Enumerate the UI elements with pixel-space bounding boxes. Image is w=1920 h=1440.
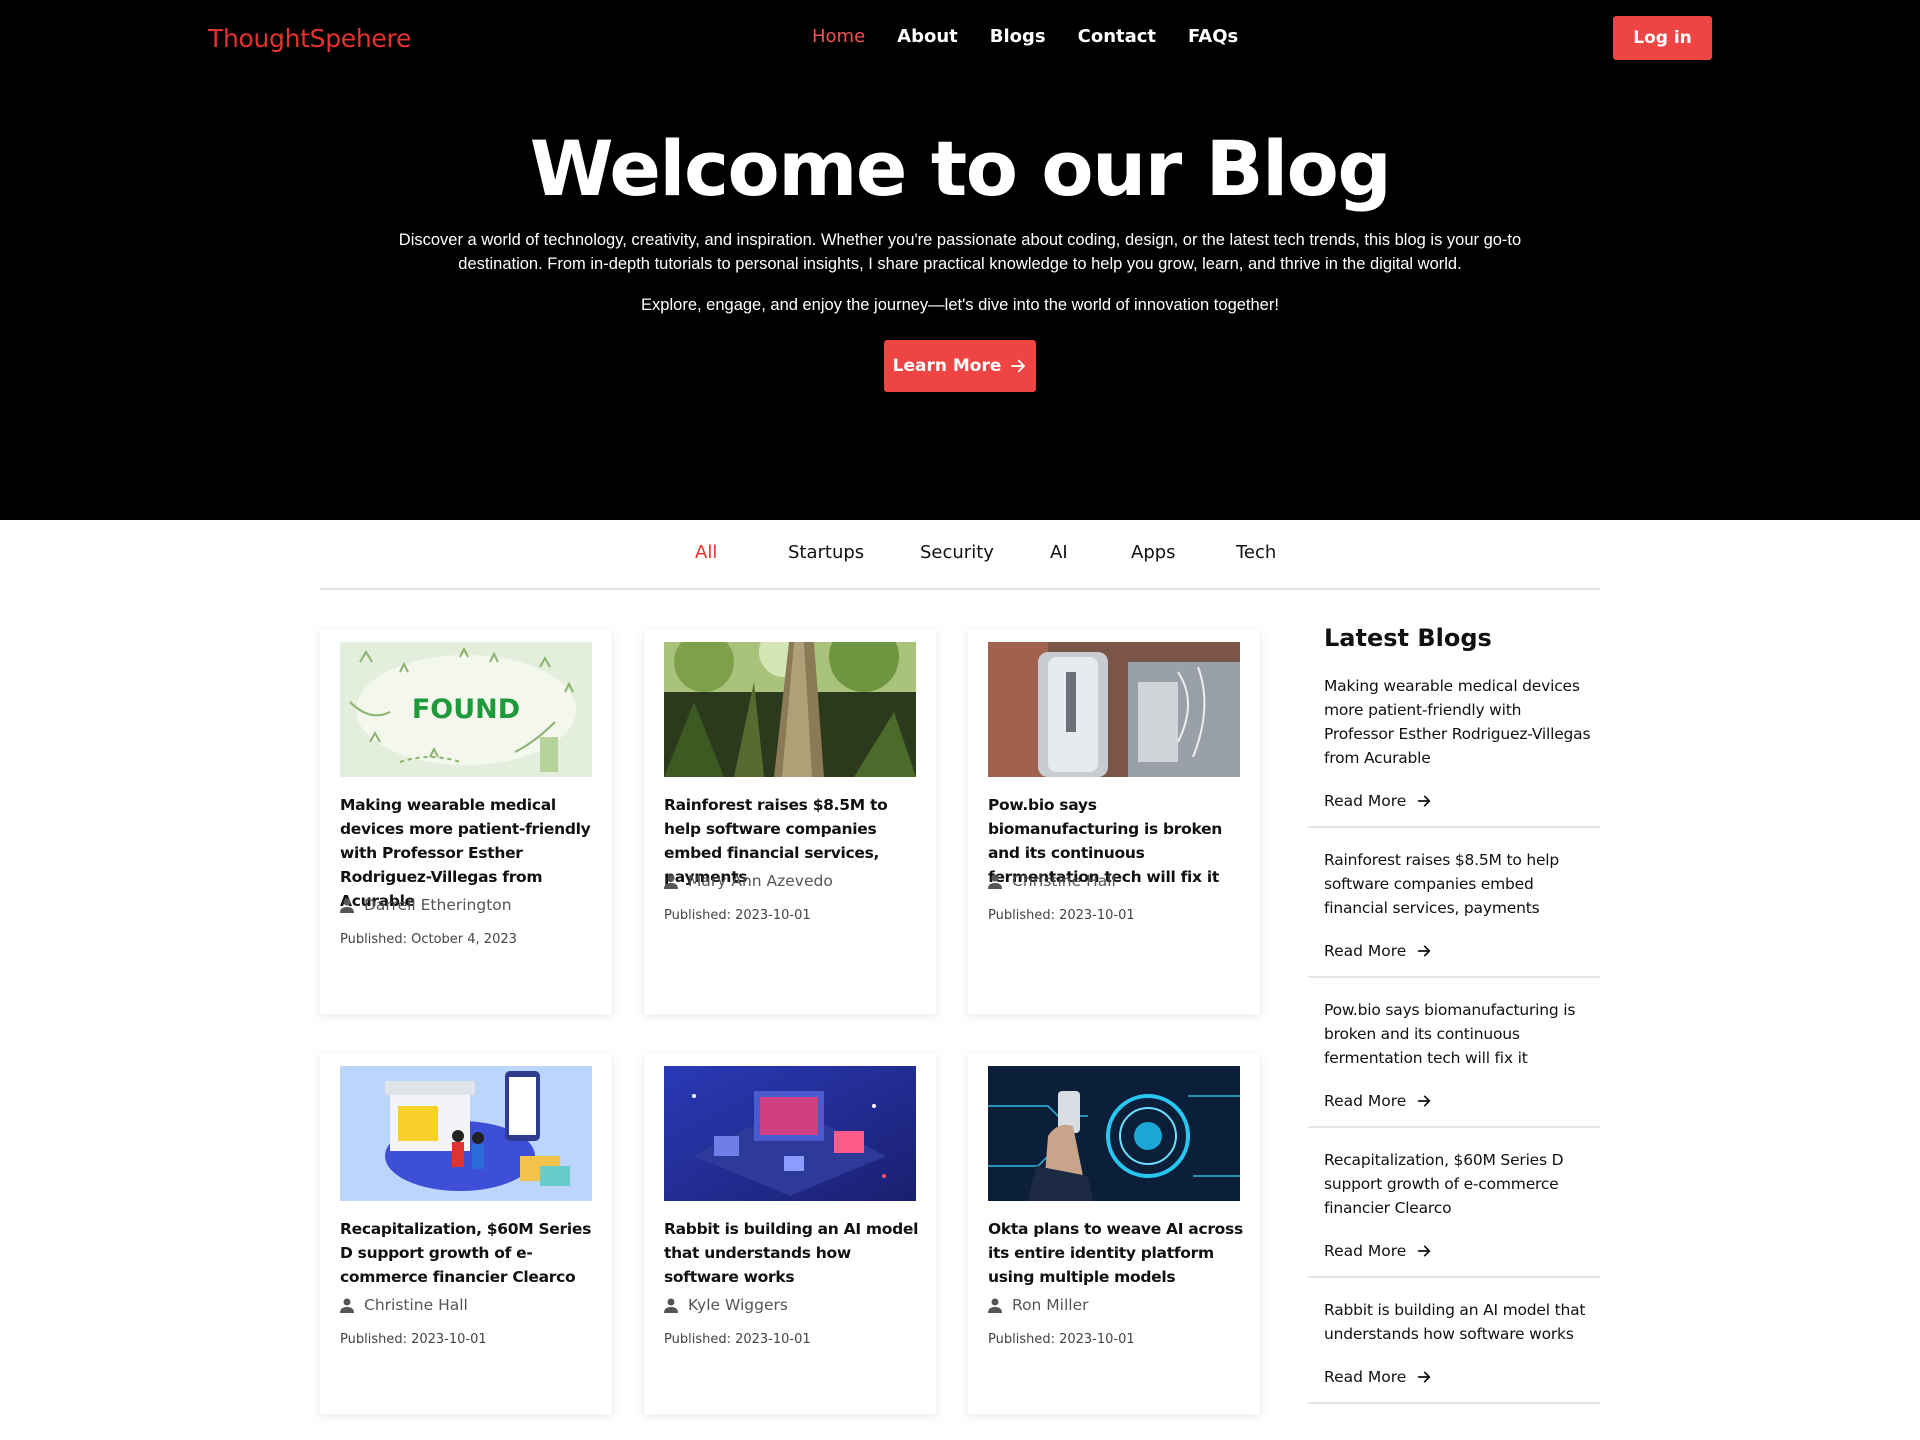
hero-description: Discover a world of technology, creativi… (398, 231, 1522, 273)
tab-ai[interactable]: AI (1050, 542, 1068, 563)
read-more-label: Read More (1324, 1242, 1407, 1260)
read-more-link[interactable]: Read More (1324, 1368, 1432, 1386)
card-author-name: Darrell Etherington (364, 896, 512, 914)
login-button[interactable]: Log in (1613, 16, 1712, 60)
sidebar-post-title[interactable]: Making wearable medical devices more pat… (1324, 674, 1592, 770)
sidebar-post: Making wearable medical devices more pat… (1308, 674, 1600, 828)
card-author-name: Mary Ann Azevedo (688, 872, 833, 890)
tab-startups[interactable]: Startups (788, 542, 864, 563)
card-published: Published: October 4, 2023 (340, 932, 517, 947)
card-image (664, 642, 916, 777)
card-image (664, 1066, 916, 1201)
card-title[interactable]: Making wearable medical devices more pat… (340, 793, 596, 913)
card-published: Published: 2023-10-01 (664, 908, 811, 923)
sidebar-post-title[interactable]: Pow.bio says biomanufacturing is broken … (1324, 998, 1592, 1070)
nav-home[interactable]: Home (812, 26, 865, 47)
tab-tech[interactable]: Tech (1236, 542, 1276, 563)
blog-card[interactable]: Rabbit is building an AI model that unde… (644, 1054, 936, 1414)
card-title[interactable]: Rabbit is building an AI model that unde… (664, 1217, 920, 1289)
read-more-link[interactable]: Read More (1324, 1092, 1432, 1110)
nav-contact[interactable]: Contact (1078, 26, 1156, 47)
card-image (988, 642, 1240, 777)
card-author-name: Christine Hall (1012, 872, 1116, 890)
card-author: Kyle Wiggers (664, 1296, 788, 1314)
card-published: Published: 2023-10-01 (664, 1332, 811, 1347)
learn-more-label: Learn More (892, 356, 1002, 376)
hero-title: Welcome to our Blog (529, 124, 1392, 213)
user-icon (340, 898, 354, 913)
read-more-label: Read More (1324, 792, 1407, 810)
nav-about[interactable]: About (897, 26, 958, 47)
card-published: Published: 2023-10-01 (340, 1332, 487, 1347)
card-image: FOUND (340, 642, 592, 777)
read-more-link[interactable]: Read More (1324, 942, 1432, 960)
sidebar-post-title[interactable]: Rainforest raises $8.5M to help software… (1324, 848, 1592, 920)
card-title[interactable]: Okta plans to weave AI across its entire… (988, 1217, 1244, 1289)
arrow-right-icon (1418, 1245, 1431, 1257)
arrow-right-icon (1418, 1095, 1431, 1107)
card-author: Mary Ann Azevedo (664, 872, 833, 890)
card-author: Darrell Etherington (340, 896, 512, 914)
nav-faqs[interactable]: FAQs (1188, 26, 1238, 47)
card-author: Christine Hall (988, 872, 1116, 890)
blog-card[interactable]: Pow.bio says biomanufacturing is broken … (968, 630, 1260, 1014)
user-icon (340, 1298, 354, 1313)
category-tabs: All Startups Security AI Apps Tech (320, 540, 1600, 590)
blog-card[interactable]: Rainforest raises $8.5M to help software… (644, 630, 936, 1014)
card-published: Published: 2023-10-01 (988, 1332, 1135, 1347)
sidebar-post: Rabbit is building an AI model that unde… (1308, 1298, 1600, 1404)
user-icon (988, 1298, 1002, 1313)
card-author: Christine Hall (340, 1296, 468, 1314)
tab-all[interactable]: All (695, 542, 717, 563)
hero-subtitle: Explore, engage, and enjoy the journey—l… (641, 296, 1279, 314)
card-image-text: FOUND (412, 694, 520, 725)
nav-blogs[interactable]: Blogs (990, 26, 1046, 47)
learn-more-button[interactable]: Learn More (884, 340, 1036, 392)
blog-card[interactable]: FOUND Making wearable medical devices mo… (320, 630, 612, 1014)
hero-section: ThoughtSpehere Home About Blogs Contact … (0, 0, 1920, 520)
arrow-right-icon (1418, 795, 1431, 807)
user-icon (988, 874, 1002, 889)
read-more-link[interactable]: Read More (1324, 792, 1432, 810)
tab-security[interactable]: Security (920, 542, 994, 563)
read-more-link[interactable]: Read More (1324, 1242, 1432, 1260)
read-more-label: Read More (1324, 1368, 1407, 1386)
arrow-right-icon (1011, 359, 1026, 373)
blog-card[interactable]: Okta plans to weave AI across its entire… (968, 1054, 1260, 1414)
main-nav: Home About Blogs Contact FAQs (812, 26, 1238, 47)
card-author-name: Ron Miller (1012, 1296, 1089, 1314)
card-image (988, 1066, 1240, 1201)
user-icon (664, 1298, 678, 1313)
arrow-right-icon (1418, 945, 1431, 957)
user-icon (664, 874, 678, 889)
sidebar-title: Latest Blogs (1324, 624, 1492, 652)
card-title[interactable]: Recapitalization, $60M Series D support … (340, 1217, 596, 1289)
brand-logo[interactable]: ThoughtSpehere (208, 24, 411, 53)
read-more-label: Read More (1324, 942, 1407, 960)
card-author: Ron Miller (988, 1296, 1089, 1314)
read-more-label: Read More (1324, 1092, 1407, 1110)
card-image (340, 1066, 592, 1201)
tab-apps[interactable]: Apps (1131, 542, 1176, 563)
card-author-name: Kyle Wiggers (688, 1296, 788, 1314)
sidebar-post: Recapitalization, $60M Series D support … (1308, 1148, 1600, 1278)
arrow-right-icon (1418, 1371, 1431, 1383)
sidebar-post: Rainforest raises $8.5M to help software… (1308, 848, 1600, 978)
sidebar-post-title[interactable]: Recapitalization, $60M Series D support … (1324, 1148, 1592, 1220)
blog-card[interactable]: Recapitalization, $60M Series D support … (320, 1054, 612, 1414)
sidebar-post: Pow.bio says biomanufacturing is broken … (1308, 998, 1600, 1128)
sidebar-post-title[interactable]: Rabbit is building an AI model that unde… (1324, 1298, 1592, 1346)
card-published: Published: 2023-10-01 (988, 908, 1135, 923)
card-author-name: Christine Hall (364, 1296, 468, 1314)
